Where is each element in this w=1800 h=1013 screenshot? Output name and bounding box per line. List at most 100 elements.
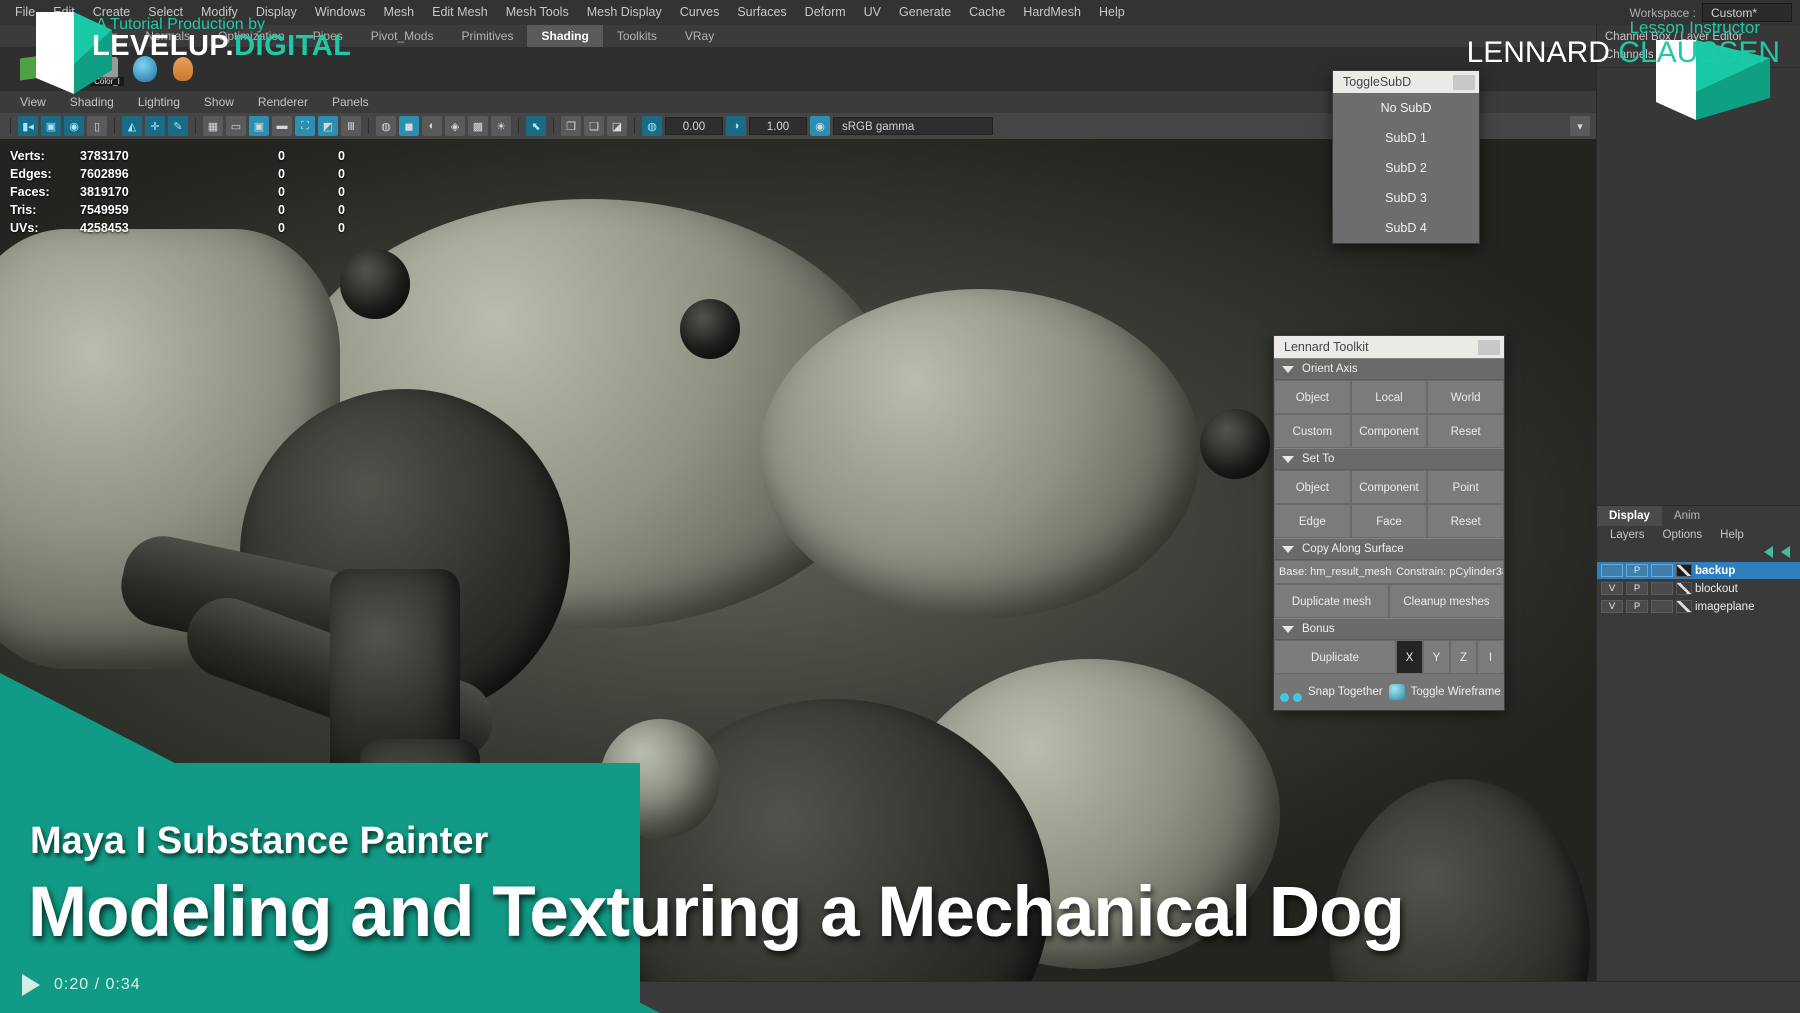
constrain-mesh-field[interactable]: Constrain: pCylinder38 [1392, 566, 1503, 578]
layer-playback-toggle[interactable]: P [1626, 600, 1648, 613]
subd-option-4[interactable]: SubD 4 [1333, 213, 1479, 243]
film-gate-icon[interactable]: ▭ [226, 116, 246, 136]
toolkit-titlebar[interactable]: Lennard Toolkit [1274, 336, 1504, 358]
play-button-icon[interactable] [22, 974, 40, 996]
paint-icon[interactable]: ✎ [168, 116, 188, 136]
window-resize-grip[interactable] [1478, 340, 1500, 355]
layer-display-type-toggle[interactable] [1651, 600, 1673, 613]
layer-row-blockout[interactable]: V P blockout [1597, 580, 1800, 597]
menu-mesh-tools[interactable]: Mesh Tools [497, 0, 578, 25]
setto-component-button[interactable]: Component [1351, 470, 1428, 504]
bonus-axis-i-button[interactable]: I [1477, 640, 1504, 674]
layer-editor-menu[interactable]: Layers Options Help [1597, 526, 1800, 544]
menu-layers[interactable]: Layers [1603, 529, 1652, 541]
base-mesh-field[interactable]: Base: hm_result_mesh1 [1275, 566, 1392, 578]
layer-name[interactable]: backup [1695, 565, 1735, 577]
xray-icon[interactable]: ⛶ [295, 116, 315, 136]
setto-edge-button[interactable]: Edge [1274, 504, 1351, 538]
layer-row-backup[interactable]: P backup [1597, 562, 1800, 579]
layer-visibility-toggle[interactable] [1601, 564, 1623, 577]
layer-color-swatch[interactable] [1676, 564, 1692, 577]
layer-playback-toggle[interactable]: P [1626, 582, 1648, 595]
set-to-buttons[interactable]: Object Component Point Edge Face Reset [1274, 470, 1504, 538]
xray-joints-icon[interactable]: ◩ [318, 116, 338, 136]
camera-icon[interactable]: ▮◂ [18, 116, 38, 136]
color-space-select[interactable]: sRGB gamma [833, 117, 993, 135]
exposure-value[interactable]: 0.00 [665, 117, 723, 135]
cleanup-meshes-button[interactable]: Cleanup meshes [1389, 584, 1504, 618]
setto-object-button[interactable]: Object [1274, 470, 1351, 504]
layer-editor-tabs[interactable]: Display Anim [1597, 506, 1800, 526]
menu-generate[interactable]: Generate [890, 0, 960, 25]
color-management-icon[interactable]: ◉ [810, 116, 830, 136]
shelf-tab-pivot-mods[interactable]: Pivot_Mods [357, 25, 448, 47]
tab-display[interactable]: Display [1597, 506, 1662, 526]
section-header-bonus[interactable]: Bonus [1274, 618, 1504, 640]
orient-object-button[interactable]: Object [1274, 380, 1351, 414]
orient-local-button[interactable]: Local [1351, 380, 1428, 414]
layer-name[interactable]: blockout [1695, 583, 1738, 595]
grid-icon[interactable]: ▦ [203, 116, 223, 136]
bonus-duplicate-button[interactable]: Duplicate [1274, 640, 1396, 674]
panel-menu-renderer[interactable]: Renderer [246, 91, 320, 113]
menu-options[interactable]: Options [1656, 529, 1710, 541]
bonus-axis-y-button[interactable]: Y [1423, 640, 1450, 674]
exposure-icon[interactable]: ◍ [642, 116, 662, 136]
layer-display-type-toggle[interactable] [1651, 564, 1673, 577]
copy-view-icon[interactable]: ❐ [561, 116, 581, 136]
menu-help[interactable]: Help [1090, 0, 1134, 25]
setto-point-button[interactable]: Point [1427, 470, 1504, 504]
add-light-icon[interactable]: ✛ [145, 116, 165, 136]
layer-name[interactable]: imageplane [1695, 601, 1754, 613]
menu-curves[interactable]: Curves [671, 0, 729, 25]
lennard-toolkit-window[interactable]: Lennard Toolkit Orient Axis Object Local… [1273, 335, 1505, 711]
camera-attributes-icon[interactable]: ◉ [64, 116, 84, 136]
toolkit-footer-actions[interactable]: Snap Together Toggle Wireframe [1274, 674, 1504, 710]
layer-reorder-controls[interactable] [1597, 544, 1800, 562]
layer-display-type-toggle[interactable] [1651, 582, 1673, 595]
menu-mesh-display[interactable]: Mesh Display [578, 0, 671, 25]
section-header-set-to[interactable]: Set To [1274, 448, 1504, 470]
main-menu-bar[interactable]: File Edit Create Select Modify Display W… [0, 0, 1800, 25]
bonus-axis-z-button[interactable]: Z [1450, 640, 1477, 674]
tab-anim[interactable]: Anim [1662, 506, 1712, 526]
bonus-duplicate-row[interactable]: Duplicate X Y Z I [1274, 640, 1504, 674]
xray-shade-icon[interactable]: ▩ [468, 116, 488, 136]
subd-option-none[interactable]: No SubD [1333, 93, 1479, 123]
subd-option-2[interactable]: SubD 2 [1333, 153, 1479, 183]
shelf-tab-primitives[interactable]: Primitives [447, 25, 527, 47]
orient-custom-button[interactable]: Custom [1274, 414, 1351, 448]
layer-editor[interactable]: Display Anim Layers Options Help P backu… [1597, 505, 1800, 981]
menu-edit-mesh[interactable]: Edit Mesh [423, 0, 497, 25]
duplicate-mesh-button[interactable]: Duplicate mesh [1274, 584, 1389, 618]
window-resize-grip[interactable] [1453, 75, 1475, 90]
menu-windows[interactable]: Windows [306, 0, 375, 25]
layer-visibility-toggle[interactable]: V [1601, 600, 1623, 613]
video-player-controls[interactable]: 0:20 / 0:34 [0, 965, 1800, 1005]
move-layer-down-icon[interactable] [1781, 546, 1790, 558]
two-pane-camera-icon[interactable]: ▣ [41, 116, 61, 136]
layer-visibility-toggle[interactable]: V [1601, 582, 1623, 595]
shelf-tab-vray[interactable]: VRay [671, 25, 728, 47]
gamma-value[interactable]: 1.00 [749, 117, 807, 135]
section-header-copy-along-surface[interactable]: Copy Along Surface [1274, 538, 1504, 560]
gate-mask-icon[interactable]: ▬ [272, 116, 292, 136]
layer-color-swatch[interactable] [1676, 600, 1692, 613]
gamma-icon[interactable]: ◑ [726, 116, 746, 136]
resolution-gate-icon[interactable]: ▣ [249, 116, 269, 136]
orient-world-button[interactable]: World [1427, 380, 1504, 414]
layer-color-swatch[interactable] [1676, 582, 1692, 595]
shade-wireframe-icon[interactable]: ◐ [422, 116, 442, 136]
bookmark-icon[interactable]: ▯ [87, 116, 107, 136]
smooth-shade-all-icon[interactable]: ◼ [399, 116, 419, 136]
toggle-wireframe-label[interactable]: Toggle Wireframe [1411, 686, 1501, 698]
move-layer-up-icon[interactable] [1764, 546, 1773, 558]
snapshot-icon[interactable]: ◪ [607, 116, 627, 136]
paste-view-icon[interactable]: ❏ [584, 116, 604, 136]
layer-playback-toggle[interactable]: P [1626, 564, 1648, 577]
subd-option-3[interactable]: SubD 3 [1333, 183, 1479, 213]
toggle-subd-titlebar[interactable]: ToggleSubD [1333, 71, 1479, 93]
wireframe-shading-icon[interactable]: ◍ [376, 116, 396, 136]
copy-surface-fields[interactable]: Base: hm_result_mesh1 Constrain: pCylind… [1274, 560, 1504, 584]
panel-menu-show[interactable]: Show [192, 91, 246, 113]
